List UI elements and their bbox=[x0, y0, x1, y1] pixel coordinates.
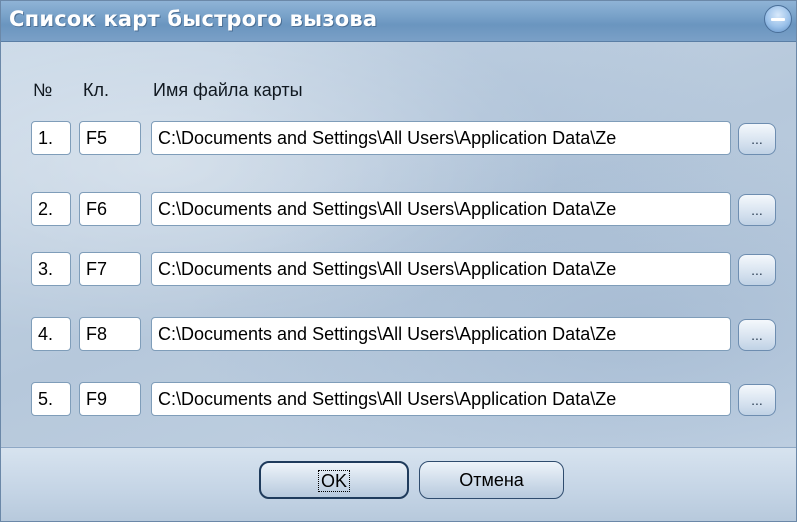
map-file-path-field[interactable]: C:\Documents and Settings\All Users\Appl… bbox=[151, 252, 731, 286]
browse-button[interactable]: ... bbox=[738, 384, 776, 416]
browse-button[interactable]: ... bbox=[738, 254, 776, 286]
map-row: 5. F9 C:\Documents and Settings\All User… bbox=[1, 382, 796, 420]
title-bar[interactable]: Список карт быстрого вызова bbox=[1, 1, 796, 42]
cancel-button-label: Отмена bbox=[459, 470, 524, 490]
button-bar: OK Отмена bbox=[1, 447, 796, 521]
browse-button[interactable]: ... bbox=[738, 319, 776, 351]
map-file-path-field[interactable]: C:\Documents and Settings\All Users\Appl… bbox=[151, 192, 731, 226]
map-row: 4. F8 C:\Documents and Settings\All User… bbox=[1, 317, 796, 355]
hotkey-field[interactable]: F8 bbox=[79, 317, 141, 351]
dialog-window: Список карт быстрого вызова № Кл. Имя фа… bbox=[0, 0, 797, 522]
hotkey-field[interactable]: F7 bbox=[79, 252, 141, 286]
row-number-field[interactable]: 1. bbox=[31, 121, 71, 155]
row-number-field[interactable]: 5. bbox=[31, 382, 71, 416]
browse-button[interactable]: ... bbox=[738, 194, 776, 226]
window-title: Список карт быстрого вызова bbox=[9, 7, 378, 31]
row-number-field[interactable]: 2. bbox=[31, 192, 71, 226]
dialog-content: № Кл. Имя файла карты 1. F5 C:\Documents… bbox=[1, 42, 796, 446]
column-header-file: Имя файла карты bbox=[153, 80, 303, 100]
column-header-number: № bbox=[33, 80, 53, 100]
ok-button[interactable]: OK bbox=[259, 461, 409, 499]
map-row: 1. F5 C:\Documents and Settings\All User… bbox=[1, 121, 796, 159]
row-number-field[interactable]: 4. bbox=[31, 317, 71, 351]
ok-button-label: OK bbox=[317, 470, 350, 492]
map-file-path-field[interactable]: C:\Documents and Settings\All Users\Appl… bbox=[151, 382, 731, 416]
column-header-key: Кл. bbox=[83, 80, 109, 100]
hotkey-field[interactable]: F9 bbox=[79, 382, 141, 416]
map-row: 2. F6 C:\Documents and Settings\All User… bbox=[1, 192, 796, 230]
hotkey-field[interactable]: F5 bbox=[79, 121, 141, 155]
hotkey-field[interactable]: F6 bbox=[79, 192, 141, 226]
collapse-icon[interactable] bbox=[764, 5, 792, 33]
cancel-button[interactable]: Отмена bbox=[419, 461, 564, 499]
browse-button[interactable]: ... bbox=[738, 123, 776, 155]
map-row: 3. F7 C:\Documents and Settings\All User… bbox=[1, 252, 796, 290]
map-file-path-field[interactable]: C:\Documents and Settings\All Users\Appl… bbox=[151, 317, 731, 351]
row-number-field[interactable]: 3. bbox=[31, 252, 71, 286]
map-file-path-field[interactable]: C:\Documents and Settings\All Users\Appl… bbox=[151, 121, 731, 155]
